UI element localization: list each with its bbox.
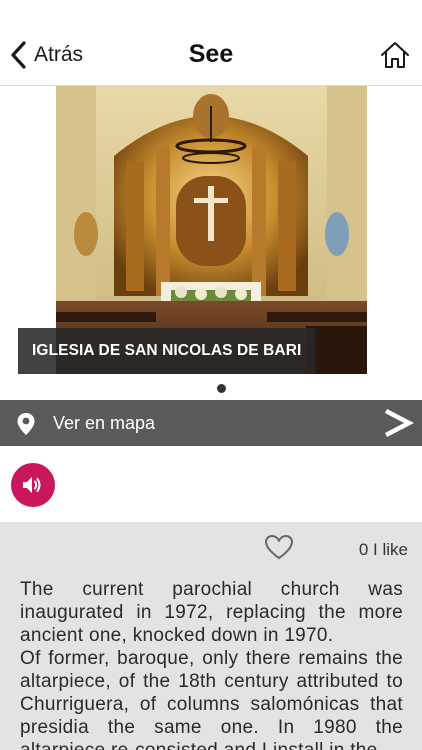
map-label: Ver en mapa xyxy=(53,413,156,433)
map-pin-icon xyxy=(17,413,35,435)
image-gallery[interactable]: IGLESIA DE SAN NICOLAS DE BARI xyxy=(0,86,422,400)
back-label: Atrás xyxy=(34,43,84,66)
caption-text: IGLESIA DE SAN NICOLAS DE BARI xyxy=(32,342,302,359)
audio-section xyxy=(0,446,422,522)
heart-icon[interactable] xyxy=(264,534,294,560)
navigation-bar: Atrás See xyxy=(0,20,422,86)
image-caption: IGLESIA DE SAN NICOLAS DE BARI xyxy=(18,328,316,374)
speaker-icon xyxy=(23,477,41,493)
view-on-map-button[interactable]: Ver en mapa xyxy=(0,400,422,446)
page-indicator-dot[interactable] xyxy=(217,384,226,393)
description-section: 0 I like The current parochial church wa… xyxy=(0,522,422,750)
status-bar-area xyxy=(0,0,422,20)
home-icon[interactable] xyxy=(380,40,410,70)
chevron-left-icon xyxy=(11,41,26,69)
chevron-right-icon xyxy=(384,408,414,438)
audio-play-button[interactable] xyxy=(11,463,55,507)
description-text: The current parochial church was inaugur… xyxy=(20,579,403,750)
back-button[interactable]: Atrás xyxy=(8,38,83,72)
like-count: 0 I like xyxy=(358,540,408,559)
